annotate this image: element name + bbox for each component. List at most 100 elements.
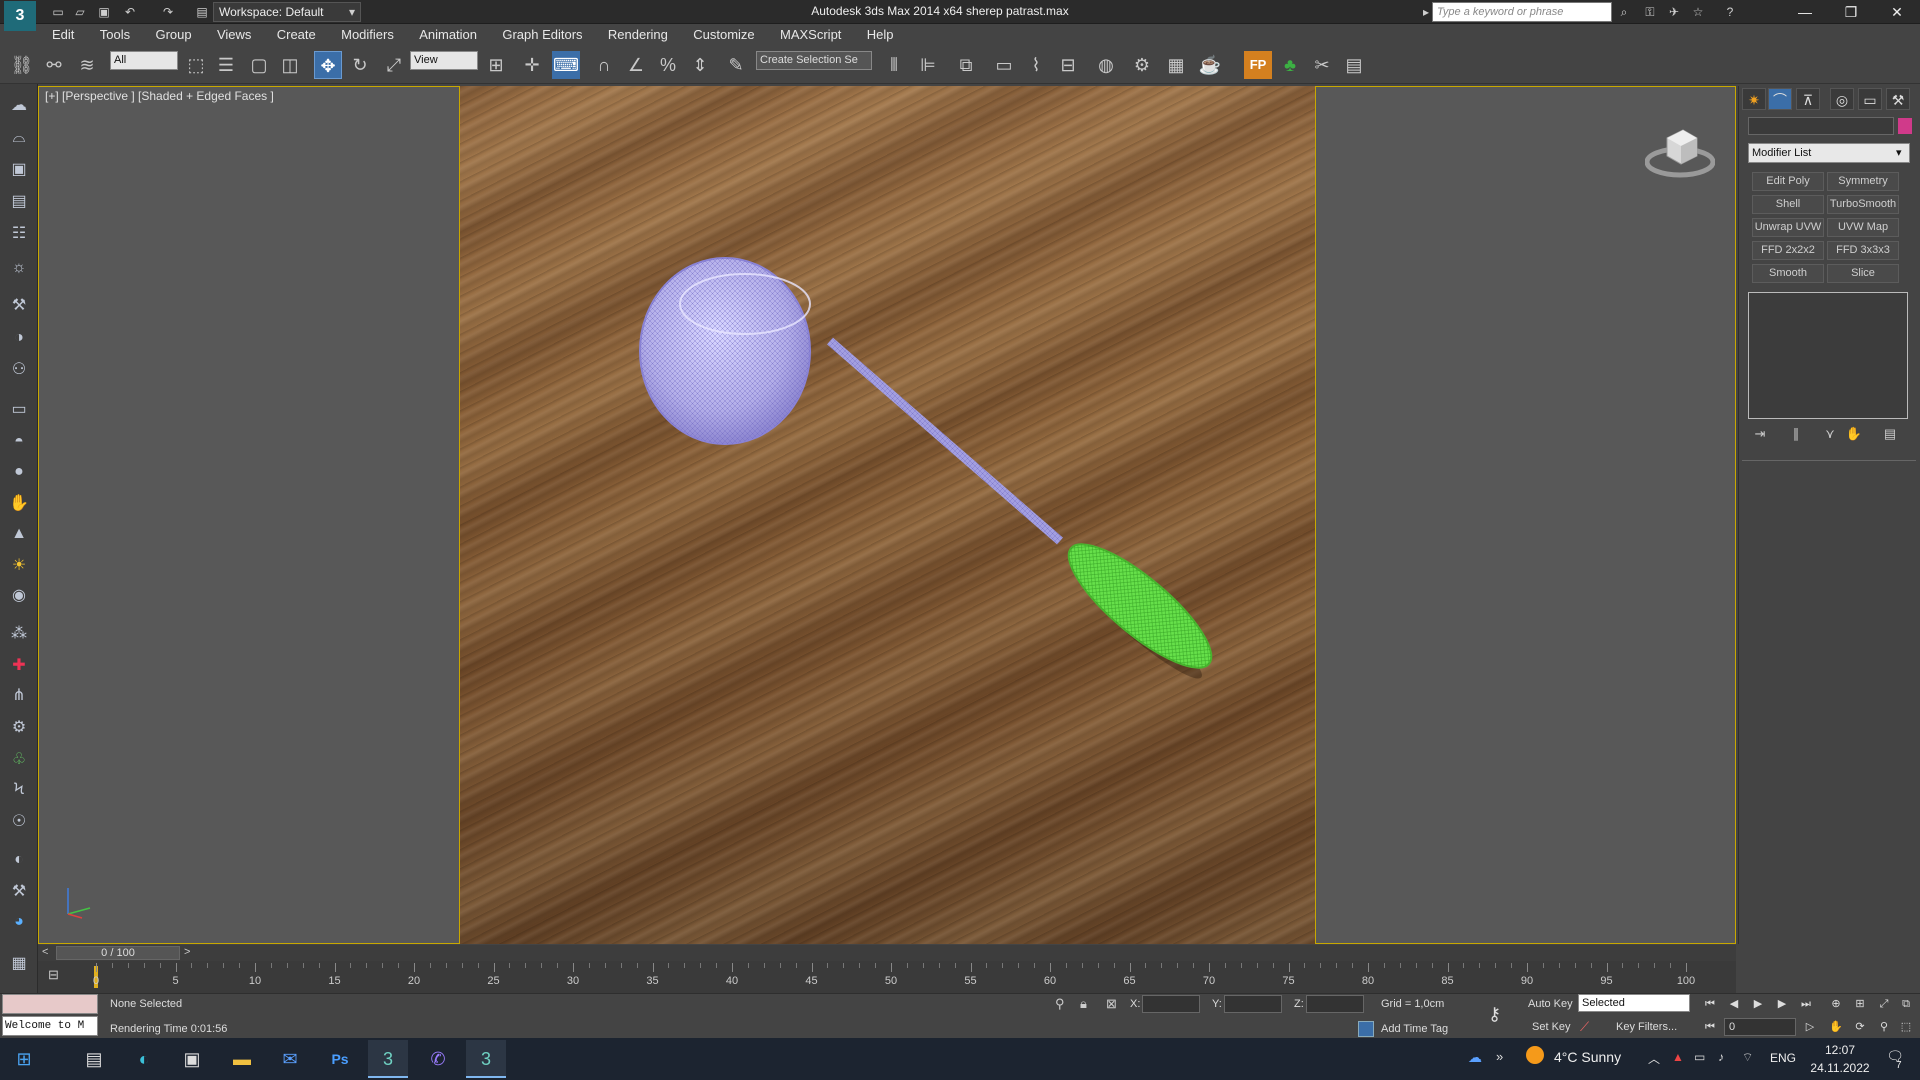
weather-sun-icon[interactable] [1526,1046,1544,1064]
input-language[interactable]: ENG [1770,1051,1796,1065]
auto-key-button[interactable]: Auto Key [1528,995,1573,1013]
material-sphere-icon[interactable]: ◐ [7,848,31,872]
maximize-viewport-icon[interactable]: ⧉ [1896,995,1916,1013]
modifier-symmetry-button[interactable]: Symmetry [1827,172,1899,191]
sphere-icon[interactable]: ● [7,460,31,484]
select-and-manipulate-icon[interactable]: ✛ [518,51,546,79]
new-file-icon[interactable]: ▭ [50,4,66,20]
menu-animation[interactable]: Animation [407,24,487,46]
hierarchy-tab-icon[interactable]: ⊼ [1796,88,1820,110]
bind-space-warp-icon[interactable]: ≋ [73,51,101,79]
fur-icon[interactable]: ☉ [7,810,31,834]
search-input[interactable]: Type a keyword or phrase [1432,2,1612,22]
grass-icon[interactable]: ♧ [7,748,31,772]
go-to-start-icon[interactable]: ⏮ [1700,995,1720,1013]
store-icon[interactable]: ▣ [172,1040,212,1078]
app-logo-icon[interactable]: 3 [4,1,36,31]
z-coordinate-field[interactable] [1306,995,1364,1013]
select-by-name-icon[interactable]: ☰ [212,51,240,79]
create-tab-icon[interactable]: ✷ [1742,88,1766,110]
viewport-label[interactable]: [+] [Perspective ] [Shaded + Edged Faces… [45,89,274,103]
pan-icon[interactable]: ✋ [1826,1018,1846,1036]
menu-modifiers[interactable]: Modifiers [329,24,404,46]
viber-icon[interactable]: ✆ [418,1040,458,1078]
set-key-button[interactable]: Set Key [1532,1018,1571,1036]
current-frame-spinner[interactable]: 0 [1724,1018,1796,1036]
maximize-button[interactable]: ❐ [1828,0,1874,24]
script-icon[interactable]: ◕ [7,910,31,934]
key-selection-dropdown[interactable]: Selected [1578,994,1690,1012]
forest-pack-button[interactable]: FP [1244,51,1272,79]
project-folder-icon[interactable]: ▤ [194,4,210,20]
unlink-icon[interactable]: ⚯ [40,51,68,79]
list-icon[interactable]: ☷ [7,222,31,246]
ribbon-toggle-icon[interactable]: ▭ [990,51,1018,79]
key-mode-icon[interactable]: ⚷ [1488,1004,1501,1025]
mirror-icon[interactable]: ⫴ [880,51,908,79]
lasso-icon[interactable]: ⌓ [7,126,31,150]
plane-icon[interactable]: ▭ [7,398,31,422]
zoom-all-icon[interactable]: ⊞ [1850,995,1870,1013]
save-icon[interactable]: ▣ [96,4,112,20]
maxscript-listener-input[interactable] [2,994,98,1014]
open-file-icon[interactable]: ▱ [72,4,88,20]
menu-views[interactable]: Views [205,24,261,46]
modifier-edit-poly-button[interactable]: Edit Poly [1752,172,1824,191]
photoshop-icon[interactable]: Ps [320,1040,360,1078]
hand-icon[interactable]: ✋ [7,492,31,516]
scale-icon[interactable]: ⤢ [380,51,408,79]
file-explorer-icon[interactable]: ▬ [222,1040,262,1078]
menu-rendering[interactable]: Rendering [596,24,678,46]
3dsmax-active-icon[interactable]: 3 [466,1040,506,1078]
volume-icon[interactable]: ♪ [1718,1050,1724,1064]
render-icon[interactable]: ▣ [7,158,31,182]
configure-modifier-sets-icon[interactable]: ▤ [1880,425,1900,443]
tray-expand-icon[interactable]: ︿ [1648,1050,1660,1067]
tray-app-icon[interactable]: ▲ [1672,1050,1684,1064]
menu-graph-editors[interactable]: Graph Editors [490,24,592,46]
go-to-end-icon[interactable]: ⏭ [1796,995,1816,1013]
absolute-mode-icon[interactable]: ⊠ [1106,996,1117,1012]
menu-help[interactable]: Help [855,24,904,46]
modifier-turbosmooth-button[interactable]: TurboSmooth [1827,195,1899,214]
reference-coordinate-dropdown[interactable]: View [410,51,478,70]
utilities-icon[interactable]: ⚒ [7,880,31,904]
favorites-star-icon[interactable]: ☆ [1690,4,1706,20]
next-frame-icon[interactable]: ▶︎ [1772,995,1792,1013]
tree-plugin-icon[interactable]: ♣ [1276,51,1304,79]
cone-icon[interactable]: ▲ [7,522,31,546]
hierarchy-icon[interactable]: ⋔ [7,684,31,708]
previous-frame-icon[interactable]: ◀︎ [1724,995,1744,1013]
binoculars-icon[interactable]: ⌕ [1616,4,1632,20]
pin-stack-icon[interactable]: ⇥ [1750,425,1770,443]
undo-icon[interactable]: ↶ [122,4,138,20]
weather-text[interactable]: 4°C Sunny [1554,1049,1621,1065]
onedrive-icon[interactable]: ☁ [1468,1049,1482,1066]
menu-maxscript[interactable]: MAXScript [768,24,851,46]
rotate-tool-icon[interactable]: ◑ [7,326,31,350]
link-icon[interactable]: ⛓ [8,51,36,79]
render-setup-icon[interactable]: ⚙ [1128,51,1156,79]
percent-snap-icon[interactable]: % [654,51,682,79]
field-of-view-icon[interactable]: ▷ [1800,1018,1820,1036]
safe-frame-render-area[interactable] [459,86,1316,944]
menu-group[interactable]: Group [143,24,201,46]
object-color-swatch[interactable] [1898,118,1912,134]
tools-plugin-icon[interactable]: ✂ [1308,51,1336,79]
task-view-icon[interactable]: ▤ [74,1040,114,1078]
teapot-icon[interactable]: ☁ [7,94,31,118]
modifier-uvw-map-button[interactable]: UVW Map [1827,218,1899,237]
menu-tools[interactable]: Tools [88,24,140,46]
display-tab-icon[interactable]: ▭ [1858,88,1882,110]
close-button[interactable]: ✕ [1874,0,1920,24]
zoom-region-icon[interactable]: ⤢ [1874,995,1894,1013]
time-slider[interactable] [38,945,1736,961]
rendered-frame-window-icon[interactable]: ▦ [1162,51,1190,79]
communication-center-icon[interactable]: ✈ [1666,4,1682,20]
angle-snap-icon[interactable]: ∠ [622,51,650,79]
light-icon[interactable]: ☼ [7,256,31,280]
keyboard-shortcut-override-icon[interactable]: ⌨ [552,51,580,79]
modifier-stack[interactable] [1748,292,1908,419]
scene-explorer-icon[interactable]: ▤ [1340,51,1368,79]
select-object-icon[interactable]: ⬚ [182,51,210,79]
